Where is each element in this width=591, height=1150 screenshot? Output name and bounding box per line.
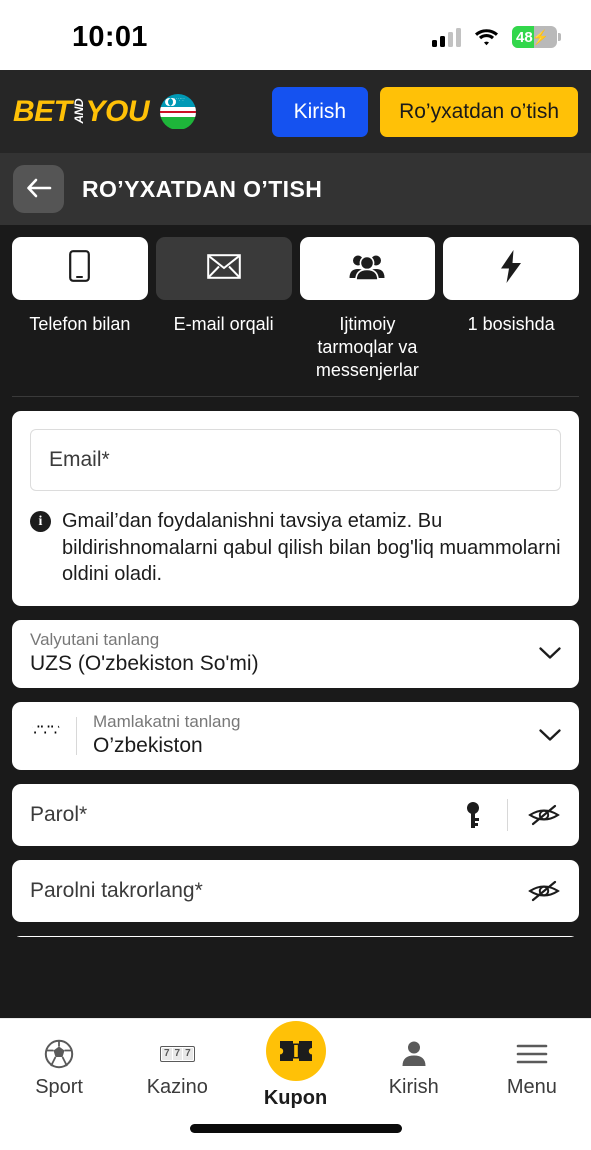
email-hint-text: Gmail’dan foydalanishni tavsiya etamiz. … [62,510,561,586]
register-button[interactable]: Ro’yxatdan o’tish [380,86,578,137]
people-group-icon [349,253,385,285]
password-field[interactable]: Parol* [12,783,579,846]
slot-777-icon: 777 [159,1035,195,1073]
nav-label: Kirish [388,1076,439,1098]
email-card: Email* i Gmail’dan foydalanishni tavsiya… [12,411,579,606]
info-circle-icon: i [30,511,51,533]
country-texts: Mamlakatni tanlang O’zbekiston [93,713,240,758]
battery-icon: 48 ⚡ [512,26,561,48]
uzbekistan-flag-icon: ∵∵∵ [160,93,197,130]
logo-part-bet: BET [13,94,72,128]
nav-item-kazino[interactable]: 777 Kazino [118,1035,236,1099]
cellular-signal-icon [432,27,461,47]
password-repeat-placeholder: Parolni takrorlang* [30,878,203,902]
soccer-ball-icon [44,1035,74,1073]
tab-icon-box [443,237,579,300]
tab-1-bosishda[interactable]: 1 bosishda [443,237,579,382]
status-bar-indicators: 48 ⚡ [432,26,561,48]
nav-label: Sport [35,1076,83,1098]
nav-item-menu[interactable]: Menu [473,1035,591,1099]
nav-label: Kazino [146,1076,208,1098]
email-input[interactable]: Email* [30,429,561,492]
uzbekistan-flag-icon: ∵∵∵ [30,721,61,739]
chevron-down-icon[interactable] [539,729,561,742]
person-icon [399,1035,429,1073]
currency-value: UZS (O'zbekiston So'mi) [30,652,259,676]
mobile-phone-icon [69,250,91,287]
login-button[interactable]: Kirish [271,86,369,137]
currency-texts: Valyutani tanlang UZS (O'zbekiston So'mi… [30,631,259,676]
ticket-icon [265,1021,326,1081]
header-actions: Kirish Ro’yxatdan o’tish [271,86,578,137]
tab-label: 1 bosishda [467,314,555,334]
tab-icon-box [12,237,148,300]
currency-label: Valyutani tanlang [30,630,160,650]
registration-form: Telefon bilan E-mail orqali Ijtimoiy tar… [0,225,591,937]
nav-label: Kupon [263,1087,328,1109]
app-screen: 10:01 48 ⚡ BET AND YOU ∵∵∵ Kirish Ro’yxa… [0,0,591,1150]
page-title: RO’YXATDAN O’TISH [82,175,323,202]
password-repeat-icons [527,880,561,902]
back-button[interactable] [13,165,64,213]
envelope-icon [206,253,241,284]
nav-item-sport[interactable]: Sport [0,1035,118,1099]
status-bar-clock: 10:01 [72,20,148,53]
app-header: BET AND YOU ∵∵∵ Kirish Ro’yxatdan o’tish [0,70,591,153]
bottom-navigation: Sport 777 Kazino Kupon Kirish Menu [0,1018,591,1150]
email-hint: i Gmail’dan foydalanishni tavsiya etamiz… [30,508,561,588]
password-placeholder: Parol* [30,802,88,826]
hamburger-menu-icon [516,1035,548,1073]
email-placeholder: Email* [49,448,110,472]
registration-method-tabs: Telefon bilan E-mail orqali Ijtimoiy tar… [0,225,591,382]
tab-email-orqali[interactable]: E-mail orqali [155,237,292,382]
nav-item-kirish[interactable]: Kirish [355,1035,473,1099]
chevron-down-icon[interactable] [539,647,561,660]
promo-code-field[interactable]: Promo code (if you have one) UZTOP [12,935,579,937]
eye-slash-icon[interactable] [527,804,561,826]
logo-part-you: YOU [85,94,150,128]
flag-divider [76,716,77,755]
status-bar: 10:01 48 ⚡ [0,0,591,70]
charging-bolt-icon: ⚡ [531,28,550,45]
page-title-bar: RO’YXATDAN O’TISH [0,153,591,225]
tab-label: E-mail orqali [173,314,274,334]
tab-telefon-bilan[interactable]: Telefon bilan [12,237,148,382]
key-icon[interactable] [458,801,488,829]
arrow-left-icon [26,178,52,201]
battery-percent-label: 48 [516,28,533,46]
tab-ijtimoiy-tarmoqlar[interactable]: Ijtimoiy tarmoqlar va messenjerlar [299,237,436,382]
brand-logo-text: BET AND YOU [13,94,150,129]
password-repeat-field[interactable]: Parolni takrorlang* [12,859,579,922]
brand-logo[interactable]: BET AND YOU ∵∵∵ [13,93,197,130]
tab-label: Ijtimoiy tarmoqlar va messenjerlar [315,314,419,381]
country-select[interactable]: ∵∵∵ Mamlakatni tanlang O’zbekiston [12,701,579,770]
tab-icon-box [299,237,436,300]
currency-select[interactable]: Valyutani tanlang UZS (O'zbekiston So'mi… [12,619,579,688]
section-divider [12,396,579,398]
country-label: Mamlakatni tanlang [93,712,241,732]
eye-slash-icon[interactable] [527,880,561,902]
country-value: O’zbekiston [93,734,203,758]
logo-part-and: AND [71,99,86,124]
tab-icon-box [155,237,292,300]
lightning-bolt-icon [500,249,522,288]
password-icons [458,798,561,831]
tab-label: Telefon bilan [29,314,131,334]
wifi-icon [474,28,499,47]
nav-item-kupon[interactable]: Kupon [236,1021,354,1110]
home-indicator [189,1124,402,1133]
nav-label: Menu [506,1076,557,1098]
icon-divider [507,798,508,831]
